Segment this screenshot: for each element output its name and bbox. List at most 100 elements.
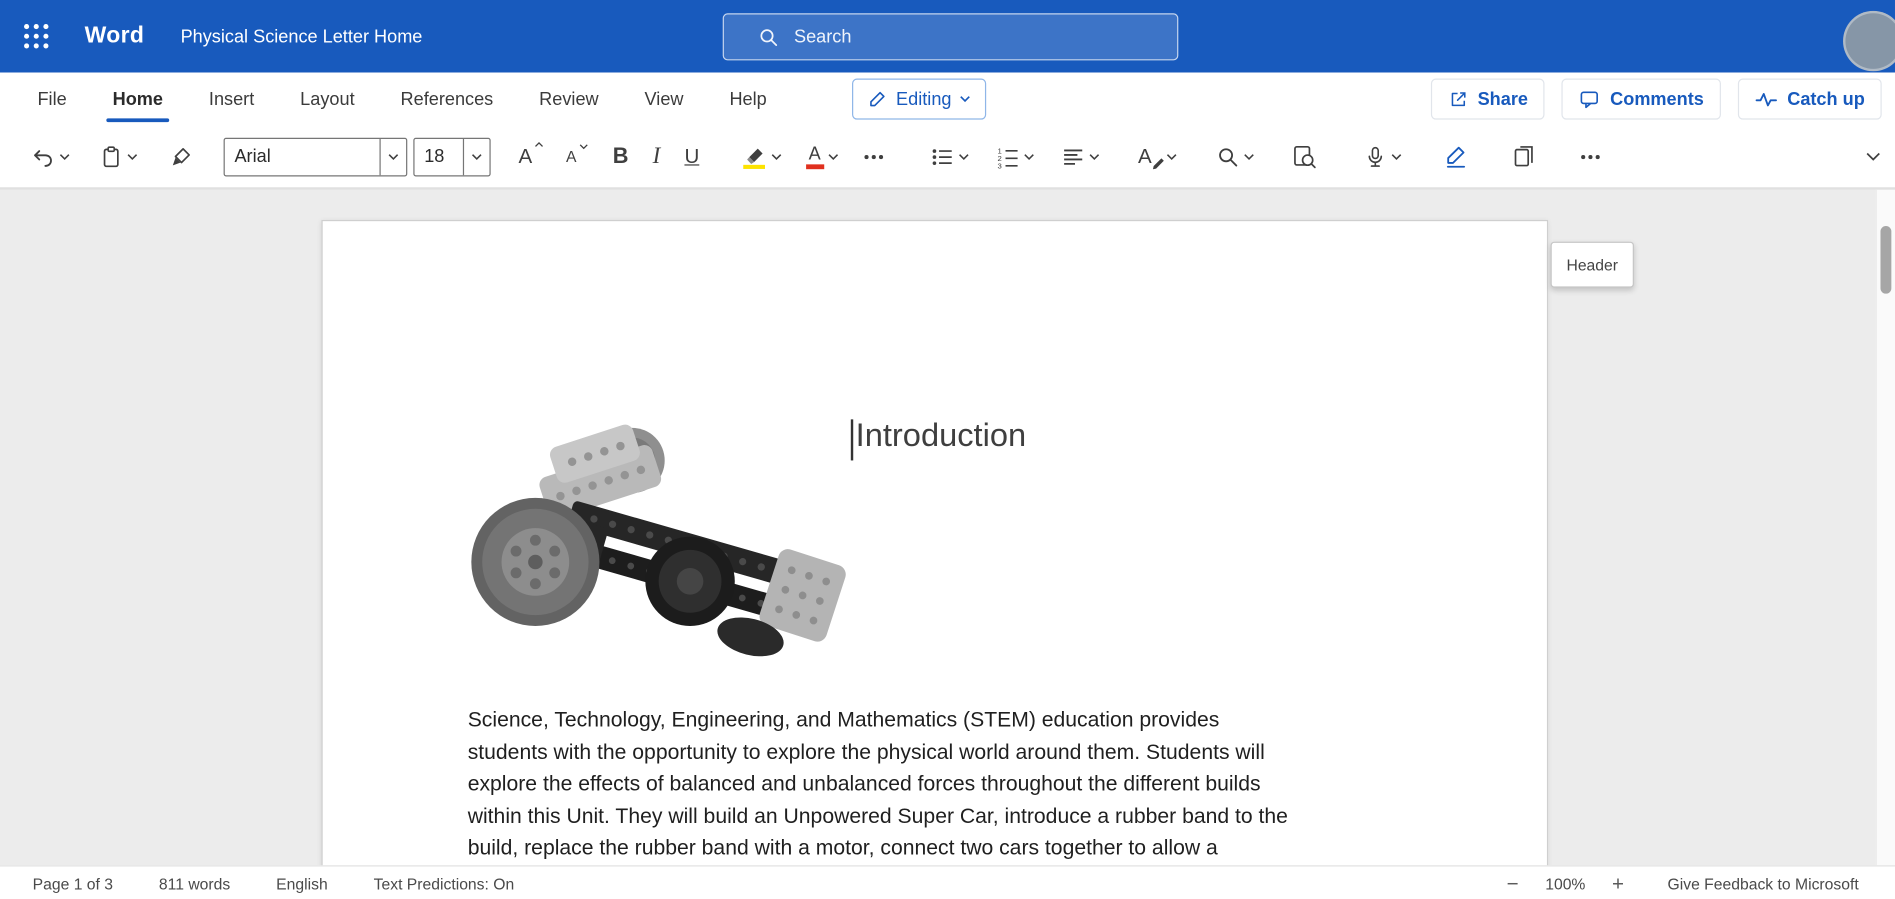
chevron-down-icon: [1391, 153, 1402, 160]
page-magnifier-icon: [1291, 144, 1318, 169]
zoom-level: 100%: [1545, 875, 1585, 893]
format-painter-icon: [169, 144, 193, 168]
translate-button[interactable]: [1508, 139, 1539, 174]
editing-mode-button[interactable]: Editing: [853, 79, 987, 120]
document-page[interactable]: Introduction Science, Technology, Engine…: [321, 220, 1548, 865]
tab-review[interactable]: Review: [516, 73, 621, 126]
font-size-select[interactable]: 18: [413, 137, 490, 176]
search-box[interactable]: [723, 13, 1179, 60]
app-name[interactable]: Word: [85, 23, 145, 50]
scrollbar-thumb[interactable]: [1880, 226, 1891, 294]
bullets-button[interactable]: [926, 140, 972, 174]
chevron-down-icon: [127, 153, 138, 160]
ribbon-toolbar: Arial 18 A A B I U: [0, 126, 1895, 189]
zoom-in-button[interactable]: +: [1607, 874, 1629, 895]
toolbar-overflow-button[interactable]: [1576, 140, 1605, 174]
font-size-value: 18: [415, 146, 463, 167]
body-line[interactable]: within this Unit. They will build an Unp…: [468, 800, 1435, 832]
ribbon-right-actions: Share Comments Catch up: [1430, 79, 1881, 120]
tab-layout[interactable]: Layout: [277, 73, 377, 126]
body-line[interactable]: explore the effects of balanced and unba…: [468, 768, 1435, 800]
pencil-icon: [868, 89, 887, 108]
chevron-down-icon: [1088, 153, 1099, 160]
zoom-out-button[interactable]: −: [1502, 874, 1524, 895]
grow-font-glyph: A: [518, 144, 532, 167]
underline-glyph: U: [684, 144, 699, 168]
tab-help[interactable]: Help: [706, 73, 789, 126]
styles-icon: A: [1138, 144, 1163, 168]
numbered-list-icon: 123: [995, 144, 1019, 168]
comments-icon: [1579, 88, 1601, 110]
font-name-select[interactable]: Arial: [224, 137, 408, 176]
styles-button[interactable]: A: [1134, 140, 1180, 174]
body-line[interactable]: build, replace the rubber band with a mo…: [468, 832, 1435, 864]
magnifier-icon: [1216, 144, 1240, 168]
comments-button[interactable]: Comments: [1562, 79, 1721, 120]
word-count[interactable]: 811 words: [159, 875, 230, 893]
ribbon-collapse-button[interactable]: [1861, 143, 1885, 171]
document-heading[interactable]: Introduction: [851, 417, 1026, 461]
body-line[interactable]: Science, Technology, Engineering, and Ma…: [468, 703, 1435, 735]
editor-button[interactable]: [1439, 139, 1472, 174]
ribbon-tabs: File Home Insert Layout References Revie…: [15, 73, 790, 126]
dictate-button[interactable]: [1360, 140, 1406, 174]
header-button[interactable]: Header: [1551, 242, 1634, 288]
catchup-button[interactable]: Catch up: [1738, 79, 1882, 120]
paste-button[interactable]: [95, 140, 141, 174]
chevron-down-icon: [958, 153, 969, 160]
undo-button[interactable]: [27, 140, 74, 174]
chevron-down-icon: [388, 153, 399, 160]
underline-button[interactable]: U: [681, 140, 703, 174]
top-app-bar: Word Physical Science Letter Home: [0, 0, 1895, 73]
ellipsis-icon: [1580, 144, 1602, 168]
share-label: Share: [1478, 89, 1528, 110]
word-online-window: Word Physical Science Letter Home File H…: [0, 0, 1895, 899]
vertical-scrollbar[interactable]: [1876, 190, 1895, 866]
feedback-link[interactable]: Give Feedback to Microsoft: [1668, 875, 1859, 893]
bulleted-list-icon: [930, 144, 954, 168]
avatar[interactable]: [1843, 11, 1895, 71]
format-painter-button[interactable]: [166, 140, 197, 174]
search-icon: [758, 26, 780, 48]
immersive-reader-button[interactable]: [1287, 139, 1321, 174]
ellipsis-icon: [862, 144, 884, 168]
tab-view[interactable]: View: [622, 73, 707, 126]
search-input[interactable]: [792, 25, 1178, 48]
tab-file[interactable]: File: [15, 73, 90, 126]
robot-car-image[interactable]: [470, 412, 847, 692]
app-launcher-button[interactable]: [7, 7, 65, 65]
share-button[interactable]: Share: [1430, 79, 1544, 120]
chevron-down-icon: [827, 153, 838, 160]
editing-mode-label: Editing: [896, 89, 951, 110]
shrink-font-button[interactable]: A: [562, 143, 589, 171]
document-title[interactable]: Physical Science Letter Home: [181, 26, 423, 47]
language-status[interactable]: English: [276, 875, 328, 893]
font-overflow-button[interactable]: [859, 140, 888, 174]
font-color-button[interactable]: A: [802, 140, 842, 174]
text-cursor: [851, 419, 853, 460]
clipboard-icon: [99, 144, 123, 168]
status-right-group: − 100% + Give Feedback to Microsoft: [1502, 874, 1859, 895]
status-left-group: Page 1 of 3 811 words English Text Predi…: [33, 875, 515, 893]
italic-button[interactable]: I: [649, 138, 664, 174]
font-name-value: Arial: [225, 146, 380, 167]
bold-glyph: B: [613, 144, 629, 169]
body-line[interactable]: students with the opportunity to explore…: [468, 736, 1435, 768]
page-indicator[interactable]: Page 1 of 3: [33, 875, 113, 893]
grow-font-button[interactable]: A: [515, 140, 546, 174]
chevron-down-icon: [1866, 152, 1881, 162]
tab-references[interactable]: References: [378, 73, 517, 126]
tab-home[interactable]: Home: [90, 73, 186, 126]
find-button[interactable]: [1212, 140, 1258, 174]
document-canvas: Introduction Science, Technology, Engine…: [0, 189, 1895, 866]
document-body-paragraph[interactable]: Science, Technology, Engineering, and Ma…: [468, 703, 1435, 864]
highlight-color-button[interactable]: [737, 139, 785, 174]
alignment-button[interactable]: [1057, 140, 1103, 174]
numbering-button[interactable]: 123: [992, 140, 1038, 174]
tab-insert[interactable]: Insert: [186, 73, 277, 126]
text-predictions-status[interactable]: Text Predictions: On: [374, 875, 515, 893]
bold-button[interactable]: B: [609, 139, 632, 174]
robot-car-illustration: [470, 412, 847, 692]
editor-pen-icon: [1443, 144, 1468, 169]
align-text-icon: [1061, 144, 1085, 168]
